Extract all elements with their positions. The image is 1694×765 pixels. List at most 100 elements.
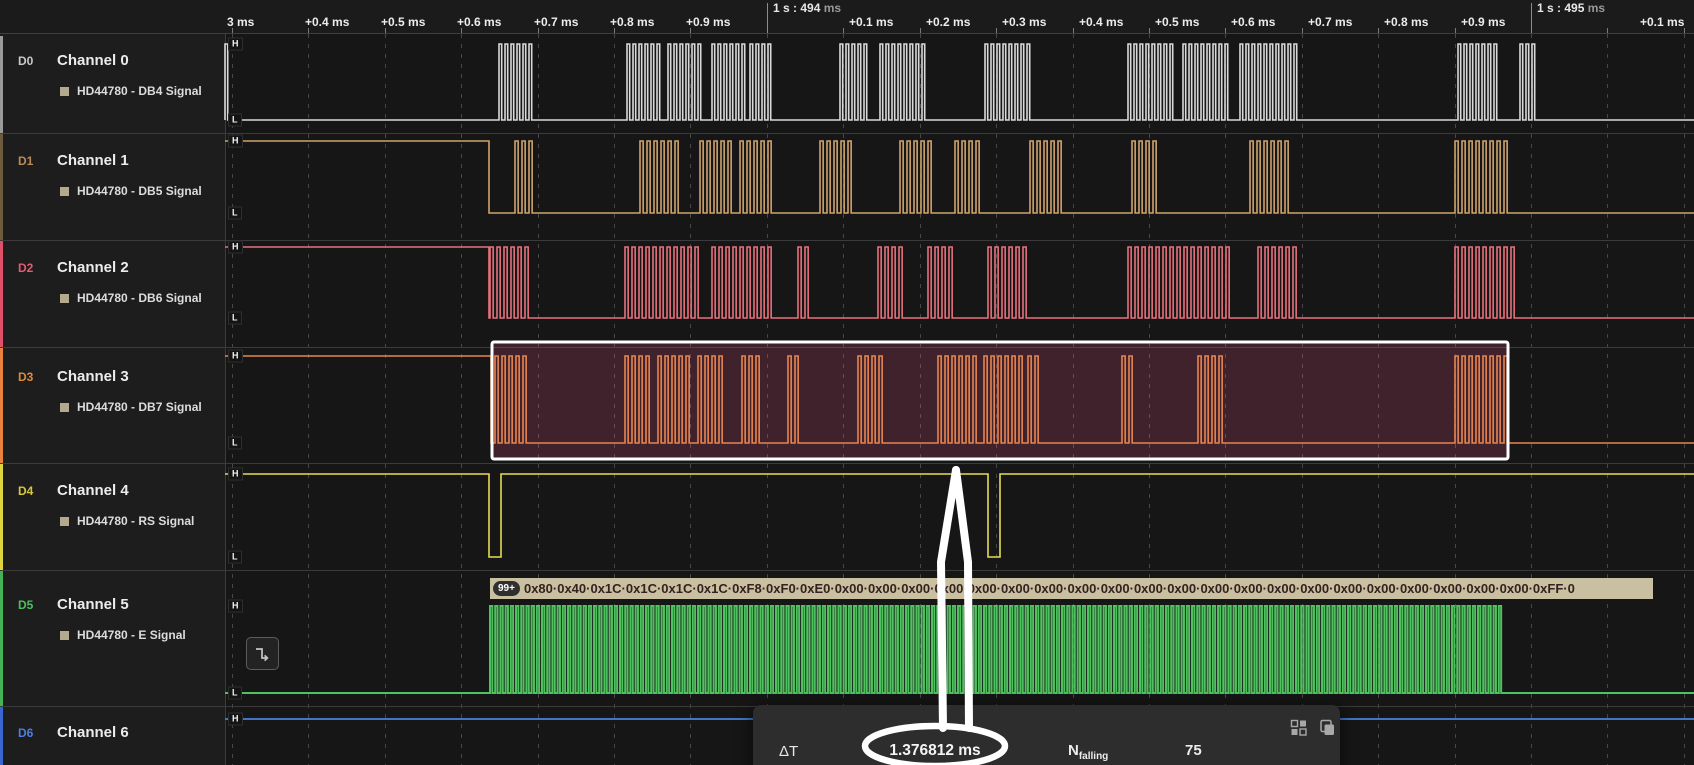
high-level-marker: H — [228, 135, 243, 148]
channel-name: Channel 1 — [57, 152, 129, 169]
timeline-tickmark — [843, 28, 844, 33]
selection-region-border — [492, 342, 1508, 459]
channel-row-d4[interactable]: D4Channel 4HD44780 - RS Signal — [0, 463, 225, 570]
timeline-tickmark — [1607, 28, 1608, 33]
decoder-annotation-bar[interactable]: 99+ 0x80·0x40·0x1C·0x1C·0x1C·0x1C·0xF8·0… — [490, 578, 1653, 599]
high-level-marker: H — [228, 600, 243, 613]
channel-analyzer-subtitle: HD44780 - E Signal — [60, 629, 186, 642]
delta-t-label: ΔT — [779, 743, 798, 760]
channel-name: Channel 6 — [57, 724, 129, 741]
timeline-major-label: 1 s : 495 ms — [1537, 1, 1605, 15]
channel-analyzer-subtitle: HD44780 - DB4 Signal — [60, 85, 202, 98]
annotation-hex-values: 0x80·0x40·0x1C·0x1C·0x1C·0x1C·0xF8·0xF0·… — [524, 581, 1575, 596]
waveform-d0 — [225, 44, 1694, 120]
low-level-marker: L — [228, 114, 242, 127]
timeline-ruler[interactable]: 3 ms +0.4 ms +0.5 ms +0.6 ms +0.7 ms +0.8 ms +… — [0, 0, 1694, 34]
timeline-tick-label: +0.1 ms — [849, 15, 893, 29]
timeline-tickmark — [538, 28, 539, 33]
channel-name: Channel 0 — [57, 52, 129, 69]
channel-index-label: D1 — [18, 154, 33, 168]
timeline-tickmark — [690, 28, 691, 33]
channel-sidebar: D0 Channel 0 HD44780 - DB4 Signal D1 Channel… — [0, 33, 226, 765]
timeline-tickmark — [1378, 28, 1379, 33]
timeline-tick-label: +0.9 ms — [686, 15, 730, 29]
channel-row-d2[interactable]: D2Channel 2HD44780 - DB6 Signal — [0, 240, 225, 347]
delta-t-value: 1.376812 ms — [889, 742, 980, 760]
measurement-panel: ΔT 1.376812 ms Nfalling 75 — [753, 705, 1340, 765]
timeline-tickmark — [1225, 28, 1226, 33]
channel-color-stripe — [0, 134, 3, 240]
high-level-marker: H — [228, 241, 243, 254]
timeline-tick-label: +0.8 ms — [1384, 15, 1428, 29]
channel-analyzer-subtitle: HD44780 - DB7 Signal — [60, 401, 202, 414]
analyzer-bullet-icon — [60, 631, 69, 640]
channel-name: Channel 4 — [57, 482, 129, 499]
timeline-tickmark — [385, 28, 386, 33]
timeline-tickmark — [1455, 28, 1456, 33]
timeline-tickmark — [1149, 28, 1150, 33]
hand-arrow-annotation — [941, 470, 956, 728]
timeline-tickmark — [308, 28, 309, 33]
timeline-tick-label: +0.8 ms — [610, 15, 654, 29]
waveform-d1 — [225, 141, 1694, 213]
channel-name: Channel 3 — [57, 368, 129, 385]
channel-color-stripe — [0, 241, 3, 347]
timeline-tick-label: +0.5 ms — [381, 15, 425, 29]
timeline-tick-label: +0.2 ms — [926, 15, 970, 29]
timeline-tick-label: +0.4 ms — [305, 15, 349, 29]
timeline-tick-label: +0.6 ms — [1231, 15, 1275, 29]
high-level-marker: H — [228, 38, 243, 51]
timeline-tickmark — [614, 28, 615, 33]
analyzer-bullet-icon — [60, 294, 69, 303]
channel-color-stripe — [0, 571, 3, 706]
channel-row-d3[interactable]: D3 Channel 3 HD44780 - DB7 Signal — [0, 347, 225, 463]
high-level-marker: H — [228, 468, 243, 481]
timeline-tickmark — [232, 28, 233, 33]
channel-row-d6[interactable]: D6 Channel 6 — [0, 706, 225, 765]
timeline-tick-label: +0.3 ms — [1002, 15, 1046, 29]
timeline-tickmark — [1073, 28, 1074, 33]
channel-index-label: D0 — [18, 54, 33, 68]
channel-color-stripe — [0, 36, 3, 133]
timeline-tick-label: +0.6 ms — [457, 15, 501, 29]
timeline-tickmark — [1684, 28, 1685, 33]
channel-row-d1[interactable]: D1 Channel 1 HD44780 - DB5 Signal — [0, 133, 225, 240]
channel-analyzer-subtitle: HD44780 - RS Signal — [60, 515, 194, 528]
edge-trigger-button[interactable] — [246, 637, 279, 670]
timeline-major-tickmark — [1531, 3, 1532, 33]
falling-edge-icon — [253, 644, 273, 664]
layout-grid-icon[interactable] — [1289, 718, 1308, 737]
channel-index-label: D5 — [18, 598, 33, 612]
timeline-tick-label: +0.7 ms — [1308, 15, 1352, 29]
channel-index-label: D3 — [18, 370, 33, 384]
analyzer-bullet-icon — [60, 87, 69, 96]
timeline-tick-label: 3 ms — [227, 15, 254, 29]
channel-color-stripe — [0, 707, 3, 765]
low-level-marker: L — [228, 551, 242, 564]
analyzer-bullet-icon — [60, 517, 69, 526]
channel-name: Channel 2 — [57, 259, 129, 276]
selection-region-fill[interactable] — [492, 342, 1508, 459]
channel-color-stripe — [0, 348, 3, 463]
annotation-overflow-badge: 99+ — [493, 581, 520, 596]
timeline-major-label: 1 s : 494 ms — [773, 1, 841, 15]
low-level-marker: L — [228, 207, 242, 220]
analyzer-bullet-icon — [60, 187, 69, 196]
channel-index-label: D6 — [18, 726, 33, 740]
low-level-marker: L — [228, 437, 242, 450]
channel-color-stripe — [0, 464, 3, 570]
n-falling-value: 75 — [1185, 742, 1202, 759]
copy-icon[interactable] — [1317, 718, 1336, 737]
timeline-tickmark — [996, 28, 997, 33]
channel-row-d5[interactable]: D5 Channel 5 HD44780 - E Signal — [0, 570, 225, 706]
channel-analyzer-subtitle: HD44780 - DB5 Signal — [60, 185, 202, 198]
timeline-tick-label: +0.7 ms — [534, 15, 578, 29]
timeline-major-tickmark — [767, 3, 768, 33]
low-level-marker: L — [228, 312, 242, 325]
waveform-d5 — [225, 606, 1694, 693]
channel-row-d0[interactable]: D0 Channel 0 HD44780 - DB4 Signal — [0, 35, 225, 133]
hand-arrow-annotation — [956, 470, 969, 728]
logic-analyzer-app: D0 Channel 0 HD44780 - DB4 Signal D1 Channel… — [0, 0, 1694, 765]
waveform-d2 — [225, 247, 1694, 318]
channel-name: Channel 5 — [57, 596, 129, 613]
